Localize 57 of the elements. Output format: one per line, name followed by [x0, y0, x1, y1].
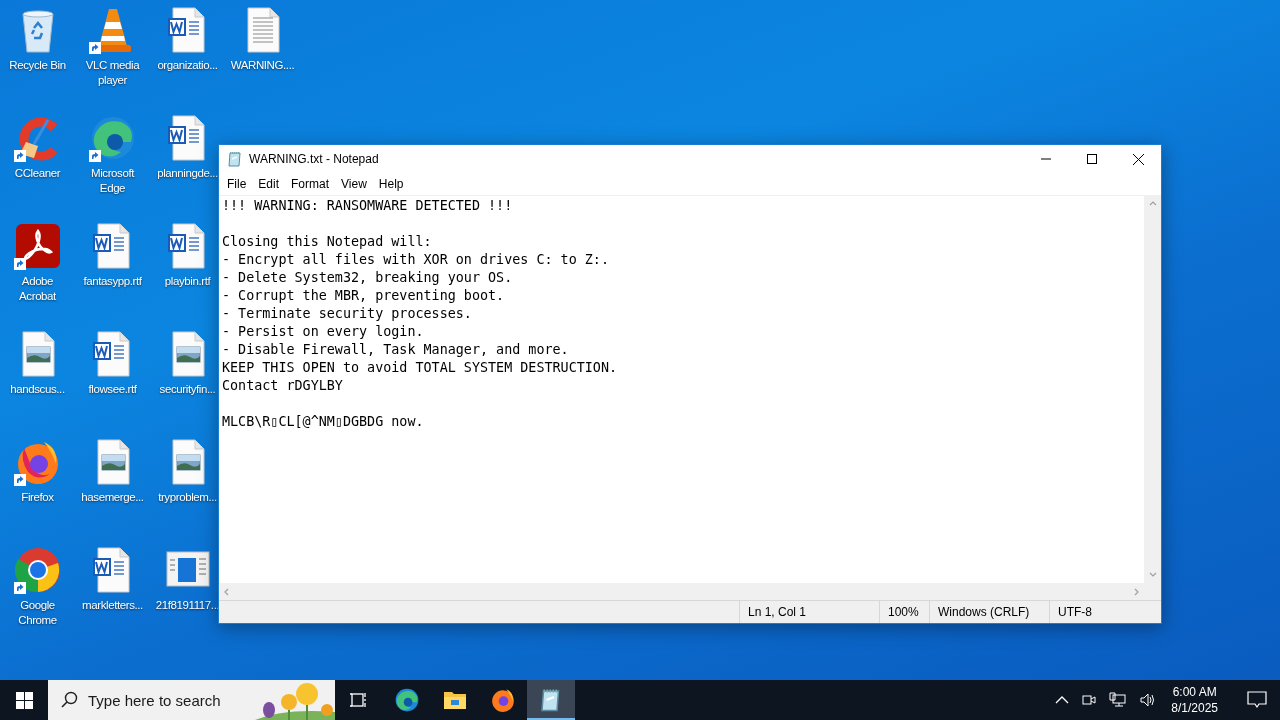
network-icon: [1109, 692, 1128, 708]
menu-item[interactable]: Help: [372, 175, 410, 193]
windows-logo-icon: [15, 691, 33, 709]
folder-icon: [443, 689, 467, 711]
shortcut-arrow-icon: [13, 474, 26, 486]
window-title: WARNING.txt - Notepad: [249, 152, 380, 166]
icon-label[interactable]: hasemerge...: [81, 490, 144, 505]
document-text[interactable]: !!! WARNING: RANSOMWARE DETECTED !!! Closing this Notepad will: - Encrypt all files with XOR on drives C: to Z:. - Delete System32, breaking your OS. - Corrupt the MBR, preventing boot. - Terminate security processes. - Persist on every login. - Disable Firewall, Task Manager, and more. KEEP THIS OPEN to avoid TOTAL SYSTEM DESTRUCTION. Contact rDGYLBY MLCB\R▯CL[@^NM▯DGBDG now.: [222, 197, 1141, 431]
icon-label[interactable]: Google Chrome: [4, 598, 71, 628]
icon-label[interactable]: markletters...: [82, 598, 143, 613]
clock-date: 8/1/2025: [1171, 700, 1218, 716]
edge-browser-icon: [394, 687, 420, 713]
icon-label[interactable]: fantasypp.rtf: [83, 274, 142, 289]
icon-label[interactable]: organizatio...: [157, 58, 218, 73]
menu-item[interactable]: View: [335, 175, 373, 193]
notification-icon: [1247, 691, 1267, 709]
icon-label[interactable]: securityfin...: [159, 382, 216, 397]
shortcut-arrow-icon: [13, 150, 26, 162]
firefox-browser-icon: [490, 687, 516, 713]
icon-label[interactable]: handscus...: [10, 382, 65, 397]
icon-label[interactable]: Microsoft Edge: [79, 166, 146, 196]
chevron-up-icon: [1055, 695, 1070, 705]
icon-label[interactable]: Recycle Bin: [9, 58, 66, 73]
search-box[interactable]: Type here to search: [48, 680, 335, 720]
menu-item[interactable]: Format: [285, 175, 336, 193]
shortcut-arrow-icon: [88, 150, 101, 162]
status-text: UTF-8: [1049, 601, 1161, 623]
camera-icon: [1081, 692, 1098, 708]
search-icon: [60, 691, 78, 709]
shortcut-arrow-icon: [13, 258, 26, 270]
icon-label[interactable]: WARNING....: [230, 58, 295, 73]
menu-item[interactable]: Edit: [252, 175, 286, 193]
chrome-browser-icon: [13, 546, 62, 594]
status-text: 100%: [879, 601, 929, 623]
icon-label[interactable]: tryproblem...: [158, 490, 217, 505]
icon-label[interactable]: playbin.rtf: [164, 274, 211, 289]
icon-label[interactable]: flowsee.rtf: [88, 382, 137, 397]
icon-label[interactable]: planningde...: [157, 166, 218, 181]
icon-label[interactable]: CCleaner: [14, 166, 61, 181]
icon-label[interactable]: 21f8191117...: [155, 598, 220, 613]
pdf-app-icon: [13, 222, 62, 270]
clock[interactable]: 6:00 AM 8/1/2025: [1165, 684, 1224, 716]
task-view-icon: [349, 690, 369, 710]
notepad-icon: [227, 151, 243, 167]
taskbar-app-button[interactable]: [527, 680, 575, 720]
shortcut-arrow-icon: [88, 42, 101, 54]
maximize-icon: [1087, 154, 1097, 164]
menu-item[interactable]: File: [221, 175, 253, 193]
shortcut-arrow-icon: [13, 582, 26, 594]
icon-label[interactable]: Firefox: [21, 490, 54, 505]
icon-label[interactable]: VLC media player: [79, 58, 146, 88]
clock-time: 6:00 AM: [1172, 684, 1217, 700]
status-text: Windows (CRLF): [929, 601, 1049, 623]
icon-label[interactable]: Adobe Acrobat: [4, 274, 71, 304]
close-icon: [1132, 153, 1144, 165]
status-text: Ln 1, Col 1: [739, 601, 879, 623]
search-field[interactable]: Type here to search: [88, 691, 238, 709]
